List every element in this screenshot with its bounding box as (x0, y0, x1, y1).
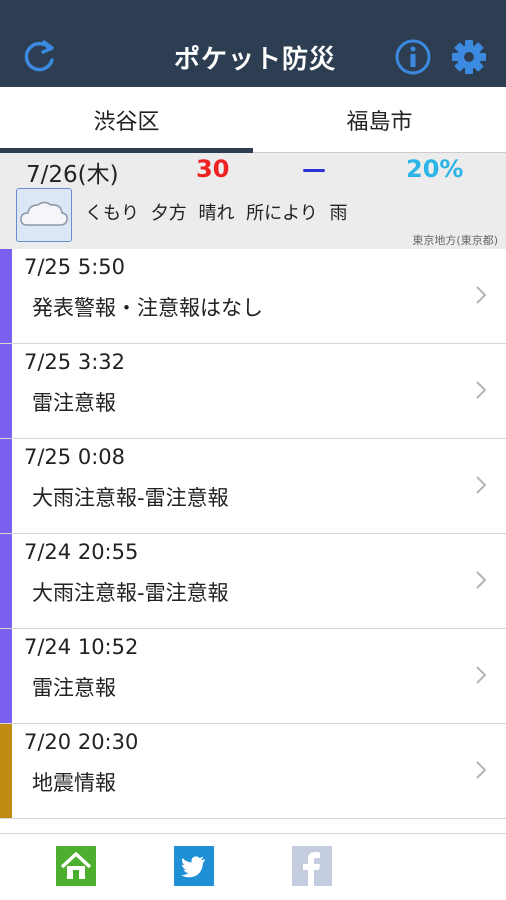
category-bar (0, 534, 12, 628)
list-item[interactable]: 7/24 10:52 雷注意報 (0, 629, 506, 724)
home-icon[interactable] (56, 846, 96, 886)
weather-icon-box (16, 188, 72, 242)
category-bar (0, 249, 12, 343)
cloud-icon (20, 201, 68, 226)
alert-time: 7/24 10:52 (24, 635, 139, 659)
alert-title: 大雨注意報-雷注意報 (32, 581, 229, 605)
forecast-region: 東京地方(東京都) (412, 234, 498, 247)
alert-title: 地震情報 (32, 771, 116, 795)
category-bar (0, 629, 12, 723)
category-bar (0, 344, 12, 438)
list-item[interactable]: 7/20 20:30 地震情報 (0, 724, 506, 819)
low-temperature: — (302, 155, 326, 183)
list-item[interactable]: 7/25 3:32 雷注意報 (0, 344, 506, 439)
alert-title: 雷注意報 (32, 391, 116, 415)
tab-fukushima[interactable]: 福島市 (253, 87, 506, 153)
tab-label: 福島市 (346, 110, 413, 135)
chevron-right-icon (476, 381, 487, 399)
alert-title: 雷注意報 (32, 676, 116, 700)
twitter-icon[interactable] (174, 846, 214, 886)
forecast-date: 7/26(木) (26, 162, 119, 188)
category-bar (0, 439, 12, 533)
facebook-icon[interactable] (292, 846, 332, 886)
alert-time: 7/25 5:50 (24, 255, 125, 279)
info-icon[interactable] (394, 38, 432, 76)
list-item[interactable]: 7/24 20:55 大雨注意報-雷注意報 (0, 534, 506, 629)
gear-icon[interactable] (450, 38, 488, 76)
category-bar (0, 724, 12, 818)
list-item[interactable]: 7/25 0:08 大雨注意報-雷注意報 (0, 439, 506, 534)
tab-shibuya[interactable]: 渋谷区 (0, 87, 253, 153)
high-temperature: 30 (196, 155, 230, 183)
alert-time: 7/24 20:55 (24, 540, 139, 564)
alert-time: 7/25 3:32 (24, 350, 125, 374)
chevron-right-icon (476, 666, 487, 684)
app-header: ポケット防災 (0, 0, 506, 87)
weather-forecast: 7/26(木) 30 — 20% くもり 夕方 晴れ 所により 雨 東京地方(東… (0, 153, 506, 249)
alert-list: 7/25 5:50 発表警報・注意報はなし 7/25 3:32 雷注意報 7/2… (0, 249, 506, 819)
list-item[interactable]: 7/25 5:50 発表警報・注意報はなし (0, 249, 506, 344)
alert-time: 7/25 0:08 (24, 445, 125, 469)
refresh-icon[interactable] (20, 38, 58, 76)
alert-time: 7/20 20:30 (24, 730, 139, 754)
chevron-right-icon (476, 761, 487, 779)
chevron-right-icon (476, 476, 487, 494)
region-tabs: 渋谷区 福島市 (0, 87, 506, 153)
chevron-right-icon (476, 571, 487, 589)
footer-divider (0, 833, 506, 834)
weather-description: くもり 夕方 晴れ 所により 雨 (85, 203, 348, 224)
tab-label: 渋谷区 (93, 110, 160, 135)
alert-title: 大雨注意報-雷注意報 (32, 486, 229, 510)
chevron-right-icon (476, 286, 487, 304)
app-logo: ポケット防災 (165, 38, 345, 76)
app-title: ポケット防災 (173, 44, 336, 75)
alert-title: 発表警報・注意報はなし (32, 296, 263, 320)
rain-chance: 20% (406, 155, 464, 183)
